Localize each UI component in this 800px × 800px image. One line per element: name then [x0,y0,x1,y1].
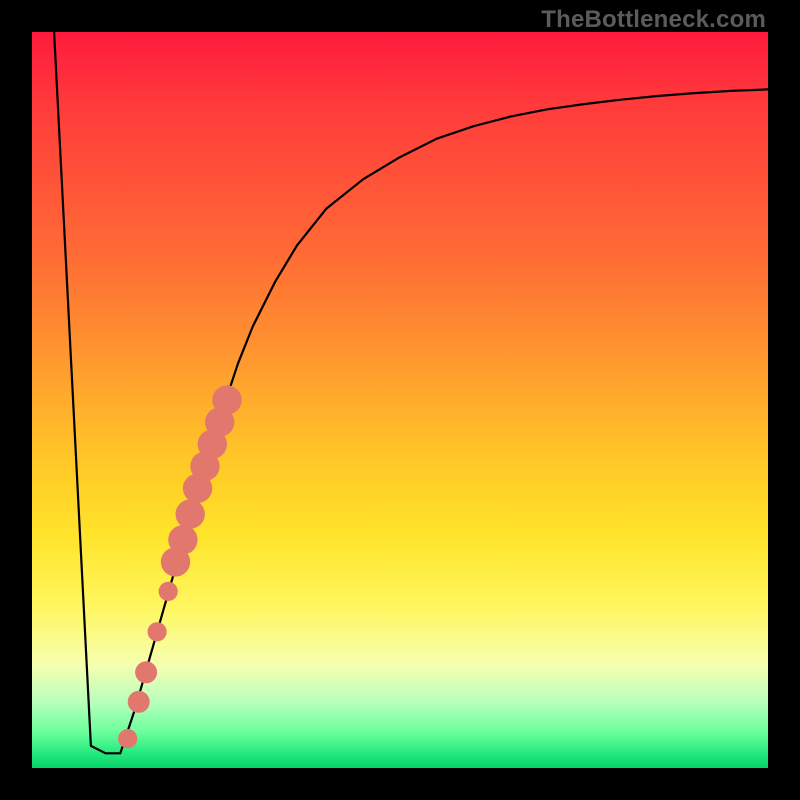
plot-area [32,32,768,768]
data-marker [168,525,197,554]
data-marker [176,499,205,528]
data-marker [148,622,167,641]
data-marker [135,661,157,683]
watermark-text: TheBottleneck.com [541,6,766,34]
data-marker [212,385,241,414]
bottleneck-curve [54,32,768,753]
chart-frame: TheBottleneck.com [0,0,800,800]
curve-layer [32,32,768,768]
marker-group [118,385,242,748]
data-marker [118,729,137,748]
data-marker [128,691,150,713]
data-marker [159,582,178,601]
